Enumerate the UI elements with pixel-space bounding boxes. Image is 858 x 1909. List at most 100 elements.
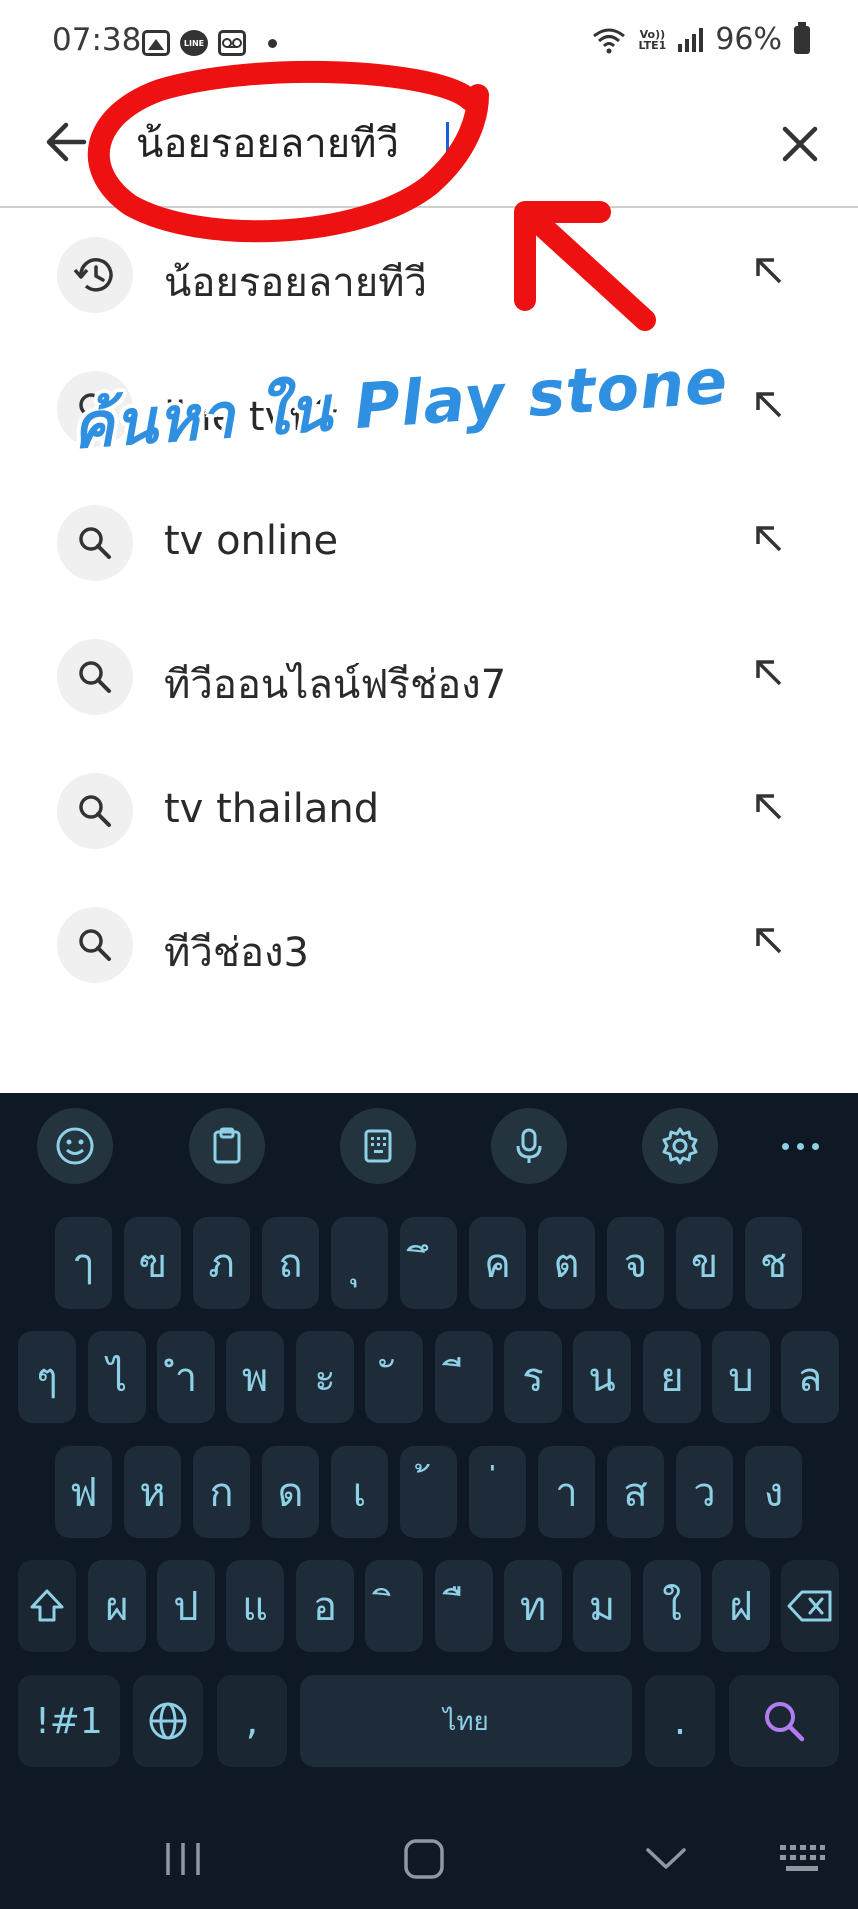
keypad-icon[interactable] [340, 1108, 416, 1184]
navigation-bar [0, 1809, 858, 1909]
period-key[interactable]: . [645, 1675, 715, 1767]
fill-query-arrow-icon[interactable] [748, 250, 788, 290]
mic-icon[interactable] [491, 1108, 567, 1184]
key[interactable]: ั [365, 1331, 423, 1423]
key[interactable]: แ [226, 1560, 284, 1652]
key[interactable]: ว [676, 1446, 733, 1538]
search-input[interactable] [136, 110, 636, 176]
key[interactable]: ร [504, 1331, 562, 1423]
key[interactable]: บ [712, 1331, 770, 1423]
suggestion-item[interactable]: ทีวีออนไลน์ฟรีช่อง7 [0, 610, 858, 744]
key[interactable]: ย [643, 1331, 701, 1423]
key[interactable]: ด [262, 1446, 319, 1538]
suggestion-item[interactable]: น้อยรอยลายทีวี [0, 208, 858, 342]
key[interactable]: ต [538, 1217, 595, 1309]
language-key[interactable] [133, 1675, 203, 1767]
search-icon [57, 505, 133, 581]
globe-icon [149, 1702, 187, 1740]
search-key[interactable] [729, 1675, 839, 1767]
more-notifications-dot [268, 38, 277, 48]
key[interactable]: น [573, 1331, 631, 1423]
fill-query-arrow-icon[interactable] [748, 920, 788, 960]
key[interactable]: ง [745, 1446, 802, 1538]
backspace-key[interactable] [781, 1560, 839, 1652]
key[interactable]: เ [331, 1446, 388, 1538]
battery-percent: 96% [715, 22, 782, 57]
key[interactable]: ไ [88, 1331, 146, 1423]
key[interactable]: อ [296, 1560, 354, 1652]
symbols-key[interactable]: !#1 [18, 1675, 120, 1767]
key[interactable]: พ [226, 1331, 284, 1423]
key[interactable]: ส [607, 1446, 664, 1538]
shift-key[interactable] [18, 1560, 76, 1652]
search-icon [57, 371, 133, 447]
key[interactable]: ถ [262, 1217, 319, 1309]
fill-query-arrow-icon[interactable] [748, 786, 788, 826]
key[interactable]: ำ [157, 1331, 215, 1423]
key[interactable]: า [538, 1446, 595, 1538]
key[interactable]: ท [504, 1560, 562, 1652]
keyboard-switch-icon[interactable] [778, 1843, 826, 1875]
history-icon [57, 237, 133, 313]
key[interactable]: ข [676, 1217, 733, 1309]
battery-icon [794, 21, 810, 54]
settings-icon[interactable] [642, 1108, 718, 1184]
key[interactable]: ่ [469, 1446, 526, 1538]
suggestion-text: ทีวีช่อง3 [164, 930, 309, 976]
hide-keyboard-icon[interactable] [644, 1841, 688, 1875]
signal-icon [678, 27, 704, 52]
suggestion-text: tv thailand [164, 786, 380, 832]
key[interactable]: ใ [643, 1560, 701, 1652]
key[interactable]: ื [435, 1560, 493, 1652]
key[interactable]: ะ [296, 1331, 354, 1423]
keyboard: ๅ ฃ ภ ถ ุ ึ ค ต จ ข ช ๆ ไ ำ พ ะ ั ี ร น … [0, 1093, 858, 1909]
line-notification-icon: LINE [180, 30, 208, 56]
suggestion-text: ทีวีออนไลน์ฟรีช่อง7 [164, 662, 507, 708]
clear-search-icon[interactable] [770, 114, 830, 174]
fill-query-arrow-icon[interactable] [748, 518, 788, 558]
key[interactable]: จ [607, 1217, 664, 1309]
search-bar [0, 86, 858, 208]
key[interactable]: ภ [193, 1217, 250, 1309]
fill-query-arrow-icon[interactable] [748, 384, 788, 424]
notification-icons: LINE [142, 30, 277, 56]
backspace-icon [787, 1590, 832, 1622]
key[interactable]: ค [469, 1217, 526, 1309]
suggestion-item[interactable]: line tvฟรี [0, 342, 858, 476]
clipboard-icon[interactable] [189, 1108, 265, 1184]
key[interactable]: ๆ [18, 1331, 76, 1423]
search-icon [57, 773, 133, 849]
key[interactable]: ผ [88, 1560, 146, 1652]
suggestion-text: tv online [164, 518, 339, 564]
key[interactable]: ล [781, 1331, 839, 1423]
suggestion-item[interactable]: tv online [0, 476, 858, 610]
keyboard-toolbar [0, 1093, 858, 1201]
key[interactable]: ก [193, 1446, 250, 1538]
key[interactable]: ุ [331, 1217, 388, 1309]
key[interactable]: ช [745, 1217, 802, 1309]
key[interactable]: ฃ [124, 1217, 181, 1309]
key[interactable]: ป [157, 1560, 215, 1652]
key[interactable]: ้ [400, 1446, 457, 1538]
key[interactable]: ึ [400, 1217, 457, 1309]
key[interactable]: ม [573, 1560, 631, 1652]
key[interactable]: ิ [365, 1560, 423, 1652]
suggestion-item[interactable]: ทีวีช่อง3 [0, 878, 858, 1012]
suggestion-item[interactable]: tv thailand [0, 744, 858, 878]
key[interactable]: ห [124, 1446, 181, 1538]
search-icon [765, 1702, 805, 1742]
key[interactable]: ฟ [55, 1446, 112, 1538]
space-key[interactable]: ไทย [300, 1675, 632, 1767]
key[interactable]: ๅ [55, 1217, 112, 1309]
key[interactable]: ฝ [712, 1560, 770, 1652]
more-icon[interactable] [782, 1131, 832, 1161]
recent-apps-icon[interactable] [160, 1839, 206, 1879]
fill-query-arrow-icon[interactable] [748, 652, 788, 692]
home-icon[interactable] [402, 1837, 446, 1881]
emoji-icon[interactable] [37, 1108, 113, 1184]
back-arrow-icon[interactable] [40, 114, 96, 170]
search-icon [57, 907, 133, 983]
text-cursor [446, 122, 449, 176]
comma-key[interactable]: , [217, 1675, 287, 1767]
key[interactable]: ี [435, 1331, 493, 1423]
